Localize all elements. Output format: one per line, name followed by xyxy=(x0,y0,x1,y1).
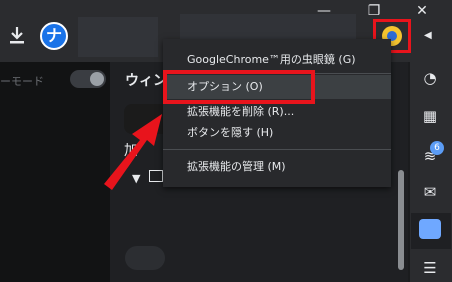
menu-item-manage-extensions[interactable]: 拡張機能の管理 (M) xyxy=(163,155,391,179)
toggle-knob xyxy=(90,72,104,86)
download-icon[interactable] xyxy=(8,26,26,46)
menu-item-label: ボタンを隠す (H) xyxy=(187,126,274,139)
scrollbar-thumb[interactable] xyxy=(398,170,404,270)
sidebar xyxy=(410,62,452,282)
menu-item-label: GoogleChrome™用の虫眼鏡 (G) xyxy=(187,53,356,66)
history-icon[interactable]: ◔ xyxy=(420,68,440,88)
menu-separator xyxy=(163,149,391,150)
highlight-box xyxy=(163,70,315,104)
notes-icon[interactable]: ☰ xyxy=(420,258,440,278)
menu-item-label: 拡張機能の管理 (M) xyxy=(187,160,286,173)
pill-button[interactable] xyxy=(125,246,165,270)
sidebar-active-item[interactable] xyxy=(411,213,451,249)
notification-badge: 6 xyxy=(430,141,444,155)
mail-icon[interactable]: ✉ xyxy=(420,182,440,202)
mode-label: ーモード xyxy=(0,75,44,88)
card-icon xyxy=(419,219,441,239)
red-arrow-icon xyxy=(104,114,162,190)
menu-item-magnifier[interactable]: GoogleChrome™用の虫眼鏡 (G) xyxy=(163,48,391,72)
menu-item-hide-button[interactable]: ボタンを隠す (H) xyxy=(163,121,391,145)
close-button[interactable]: ✕ xyxy=(414,3,430,19)
restore-button[interactable]: ❐ xyxy=(366,3,382,19)
mode-toggle[interactable] xyxy=(70,70,106,88)
extension-context-menu: GoogleChrome™用の虫眼鏡 (G) オプション (O) 拡張機能を削除… xyxy=(163,39,391,187)
extension-logo-icon[interactable]: ナ xyxy=(40,22,68,50)
download-icon-glyph xyxy=(10,27,24,44)
calendar-icon[interactable]: ▦ xyxy=(420,106,440,126)
blurred-region xyxy=(78,17,158,57)
chevron-left-icon[interactable]: ◀ xyxy=(424,30,434,42)
panel-title: ウィン xyxy=(125,73,167,89)
